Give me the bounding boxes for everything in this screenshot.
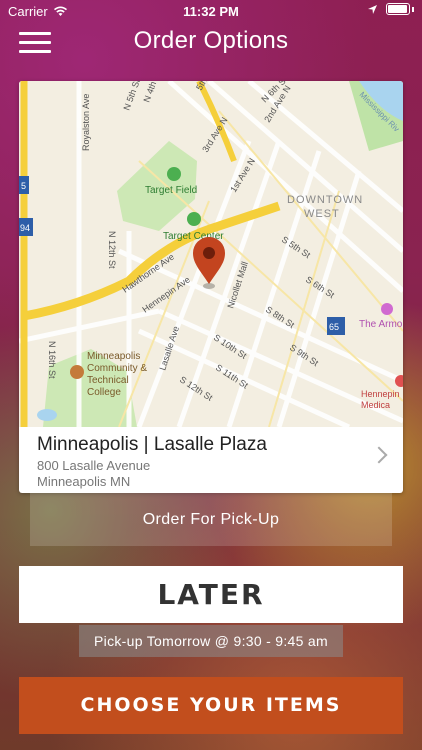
location-arrow-icon (368, 4, 377, 14)
page-title: Order Options (133, 27, 289, 54)
location-address: 800 Lasalle Avenue (37, 458, 151, 473)
pond (37, 409, 57, 421)
route-65-label: 65 (329, 322, 339, 332)
street-label: Royalston Ave (81, 94, 91, 151)
street-label: N 12th St (107, 231, 117, 269)
armory-label: The Armo (359, 319, 403, 330)
status-icons (367, 3, 414, 15)
map-view[interactable]: 5 94 65 Target Field Target Center DOWNT… (19, 81, 403, 427)
college-label-3: Technical (87, 375, 129, 386)
battery-icon (386, 3, 410, 15)
street-label: N 16th St (47, 341, 57, 379)
college-icon (70, 365, 84, 379)
downtown-label-1: DOWNTOWN (287, 194, 363, 206)
stadium-icon (167, 167, 181, 181)
stadium-icon (187, 212, 201, 226)
later-button[interactable]: LATER (19, 566, 403, 623)
status-time: 11:32 PM (183, 4, 239, 19)
battery-nub (412, 6, 414, 12)
location-city: Minneapolis MN (37, 474, 131, 489)
hennepin-label-2: Medica (361, 400, 390, 410)
order-type-button[interactable]: Order For Pick-Up (30, 493, 392, 546)
interstate-label: 94 (20, 223, 30, 233)
location-row[interactable]: Minneapolis | Lasalle Plaza 800 Lasalle … (19, 427, 403, 493)
downtown-label-2: WEST (304, 208, 340, 220)
location-name: Minneapolis | Lasalle Plaza (37, 434, 267, 455)
music-venue-icon (381, 303, 393, 315)
chevron-right-icon (370, 446, 388, 464)
college-label-2: Community & (87, 363, 147, 374)
college-label-1: Minneapolis (87, 351, 140, 362)
college-label-4: College (87, 387, 121, 398)
target-field-label: Target Field (145, 185, 197, 196)
nav-bar: Order Options (0, 22, 422, 64)
choose-items-button[interactable]: CHOOSE YOUR ITEMS (19, 677, 403, 734)
status-bar: Carrier 11:32 PM (0, 0, 422, 22)
pickup-time-label: Pick-up Tomorrow @ 9:30 - 9:45 am (79, 625, 343, 657)
hennepin-label-1: Hennepin (361, 389, 400, 399)
route-5-label: 5 (21, 181, 26, 191)
location-card: 5 94 65 Target Field Target Center DOWNT… (19, 81, 403, 493)
